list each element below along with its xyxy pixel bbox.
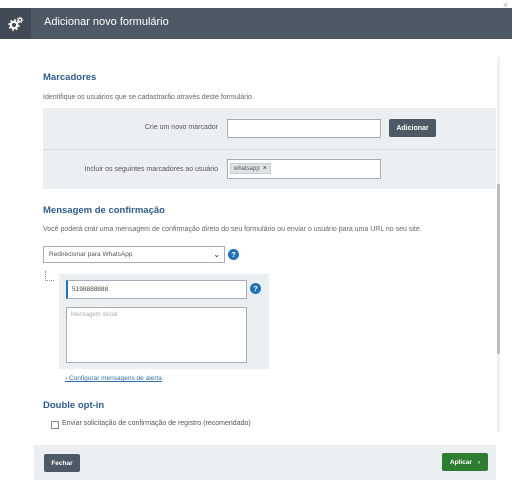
close-button[interactable]: Fechar bbox=[44, 454, 80, 472]
modal-body: Marcadores Identifique os usuários que s… bbox=[34, 55, 496, 440]
confirmation-description: Você poderá criar uma mensagem de confir… bbox=[43, 226, 422, 233]
message-textarea[interactable]: Mensagem inicial bbox=[66, 307, 247, 363]
markers-description: Identifique os usuários que se cadastrar… bbox=[43, 94, 254, 101]
settings-badge bbox=[0, 8, 31, 39]
double-optin-checkbox[interactable] bbox=[51, 421, 59, 429]
whatsapp-panel: 5198888888 ? Mensagem inicial bbox=[59, 274, 269, 369]
modal-title: Adicionar novo formulário bbox=[44, 16, 169, 28]
apply-label: Aplicar bbox=[449, 458, 472, 466]
new-marker-input[interactable] bbox=[227, 119, 381, 138]
divider bbox=[43, 149, 496, 150]
gear-icon bbox=[7, 16, 23, 31]
help-icon[interactable]: ? bbox=[228, 249, 239, 260]
select-value: Redirecionar para WhatsApp bbox=[49, 251, 133, 258]
title-prefix: Adicionar novo bbox=[44, 16, 120, 28]
tag-remove-icon[interactable]: × bbox=[263, 165, 267, 172]
alert-link-text: Configurar mensagens de alerta bbox=[68, 375, 162, 382]
tree-connector bbox=[45, 271, 54, 281]
help-icon[interactable]: ? bbox=[250, 283, 261, 294]
double-optin-title: Double opt-in bbox=[43, 400, 105, 411]
tag-whatsapp: whatsapp × bbox=[230, 163, 271, 174]
tag-label: whatsapp bbox=[234, 165, 260, 172]
add-marker-button[interactable]: Adicionar bbox=[389, 119, 436, 137]
chevron-down-icon: ⌄ bbox=[213, 250, 220, 259]
confirmation-type-select[interactable]: Redirecionar para WhatsApp ⌄ bbox=[43, 246, 225, 263]
include-markers-label: Incluir os seguintes marcadores ao usuár… bbox=[84, 166, 218, 173]
alert-messages-link[interactable]: › Configurar mensagens de alerta bbox=[65, 375, 162, 382]
confirmation-title: Mensagem de confirmação bbox=[43, 205, 165, 216]
chevron-right-icon: › bbox=[477, 458, 481, 466]
modal-header: Adicionar novo formulário bbox=[0, 8, 512, 39]
markers-title: Marcadores bbox=[43, 72, 97, 83]
apply-button[interactable]: Aplicar › bbox=[442, 453, 488, 471]
phone-input[interactable]: 5198888888 bbox=[66, 280, 247, 299]
double-optin-label: Enviar solicitação de confirmação de reg… bbox=[62, 420, 251, 427]
scrollbar[interactable] bbox=[497, 57, 500, 432]
new-marker-label: Crie um novo marcador bbox=[144, 124, 218, 131]
markers-tag-field[interactable]: whatsapp × bbox=[227, 159, 381, 179]
title-highlight: formulário bbox=[119, 16, 169, 28]
markers-panel: Crie um novo marcador Adicionar Incluir … bbox=[43, 108, 496, 189]
modal-footer: Fechar Aplicar › bbox=[34, 445, 496, 480]
scrollbar-thumb[interactable] bbox=[497, 184, 500, 354]
